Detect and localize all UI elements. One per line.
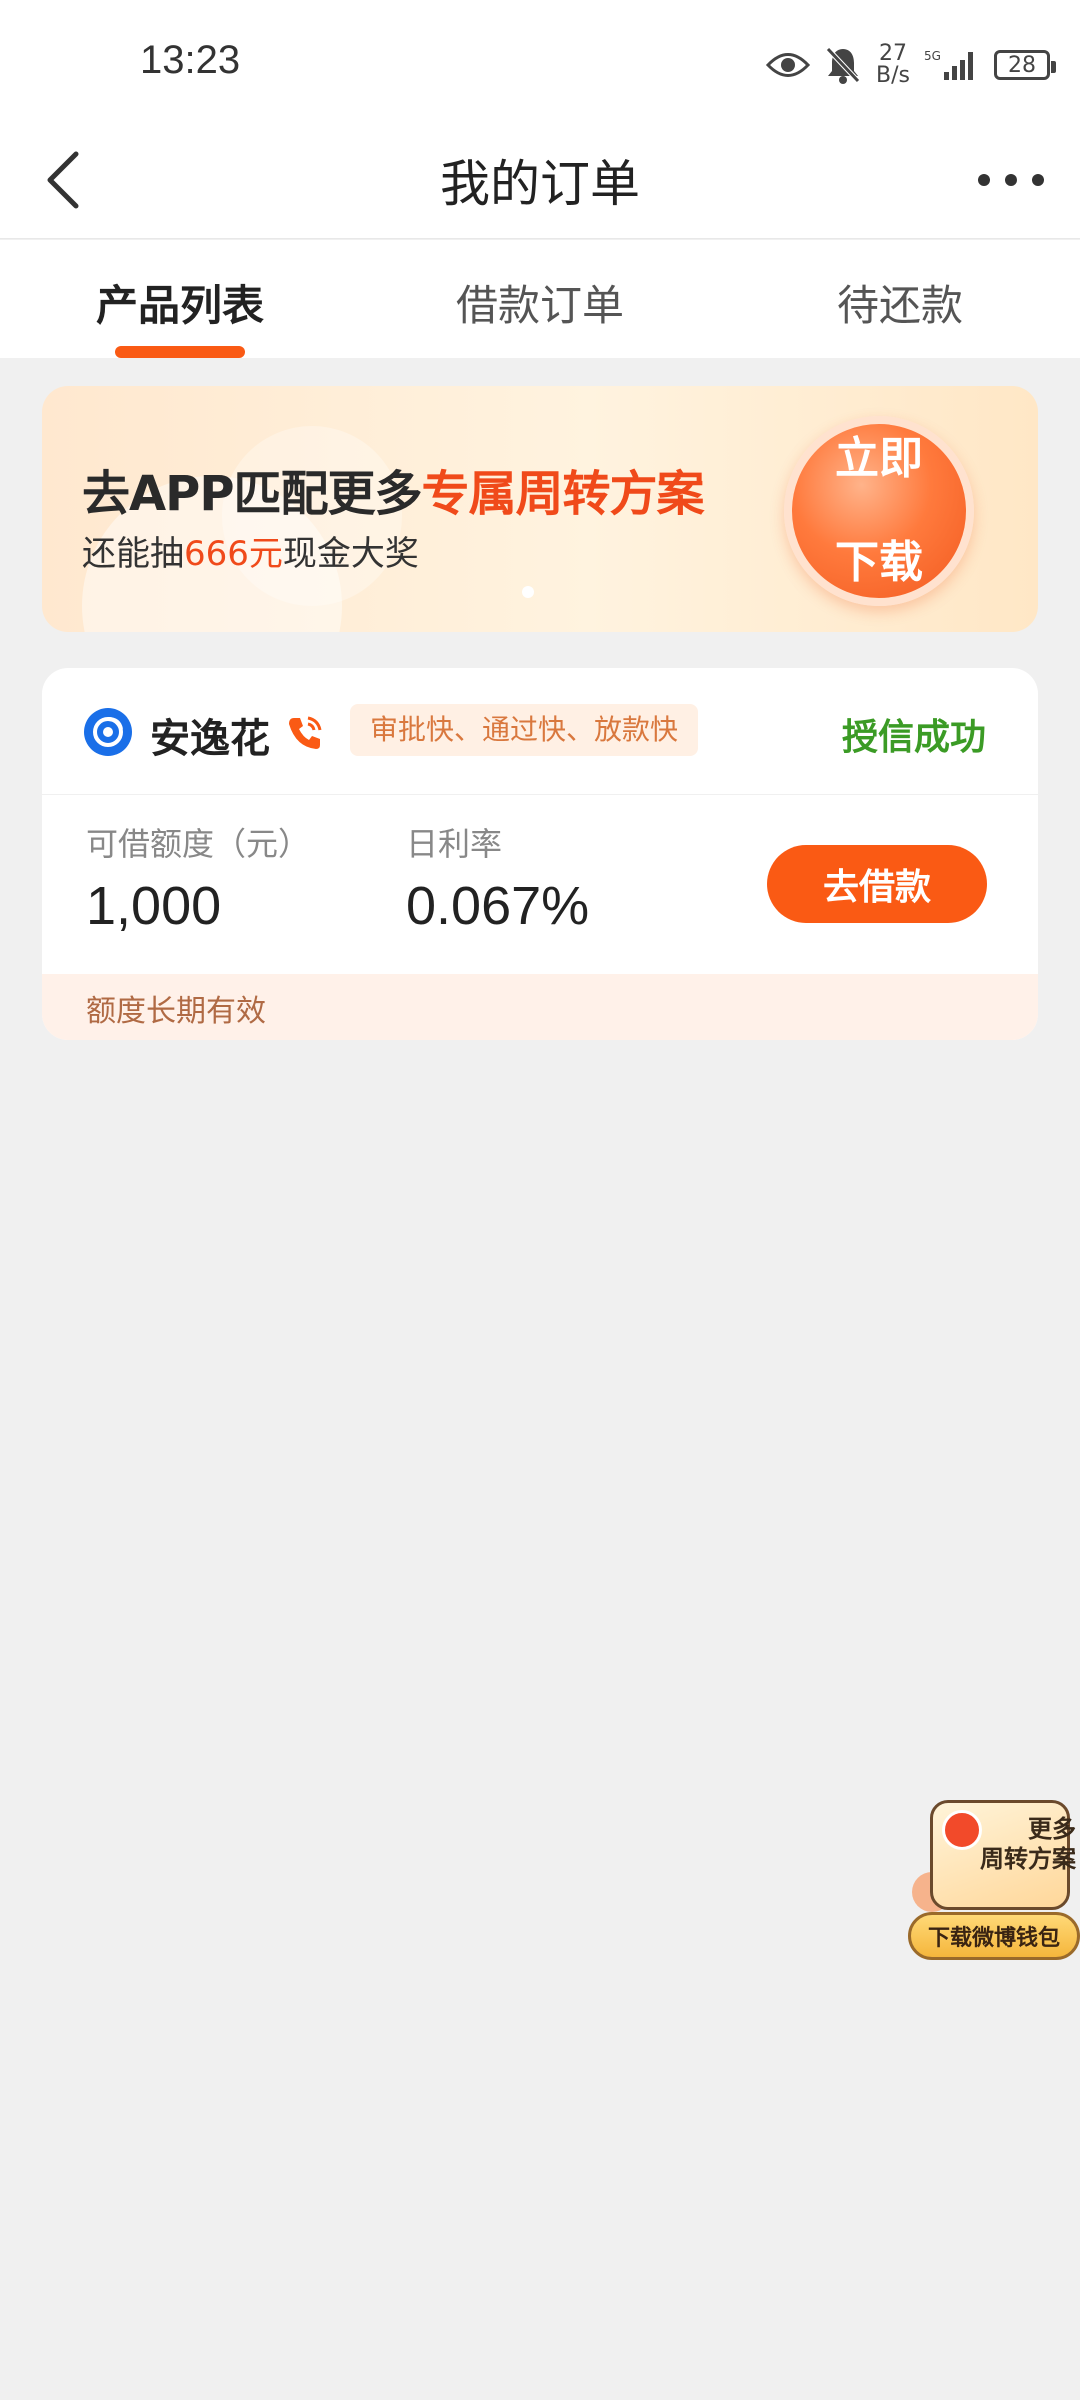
product-card-body: 可借额度（元） 1,000 日利率 0.067% 去借款 — [42, 795, 1038, 940]
nav-header: 我的订单 — [0, 120, 1080, 239]
promo-title: 去APP匹配更多专属周转方案 — [82, 454, 705, 524]
product-card-footer: 额度长期有效 — [42, 974, 1038, 1040]
credit-status-badge: 授信成功 — [841, 717, 986, 758]
net-speed: 27 B/s — [876, 43, 910, 87]
tab-product-list[interactable]: 产品列表 — [0, 240, 360, 358]
status-bar: 13:23 27 B/s 5G 28 — [0, 0, 1080, 120]
rate-value: 0.067% — [406, 876, 590, 936]
battery-icon: 28 — [994, 50, 1056, 80]
product-card: 安逸花 审批快、通过快、放款快 授信成功 可借额度（元） 1,000 日利率 0… — [42, 668, 1038, 1040]
product-name: 安逸花 — [150, 716, 270, 762]
download-label-line1: 立即 — [835, 433, 923, 484]
phone-icon[interactable] — [284, 712, 324, 752]
more-button[interactable] — [966, 150, 1056, 210]
eye-icon — [766, 50, 811, 80]
widget-line1: 更多 — [1028, 1815, 1076, 1843]
more-horizontal-icon — [978, 174, 1044, 186]
tab-pending-repayment[interactable]: 待还款 — [720, 240, 1080, 358]
feature-tag: 审批快、通过快、放款快 — [350, 704, 699, 756]
widget-text: 更多 周转方案 — [958, 1814, 1076, 1874]
tab-loan-orders[interactable]: 借款订单 — [360, 240, 720, 358]
network-type-label: 5G — [924, 49, 941, 63]
go-borrow-button[interactable]: 去借款 — [767, 845, 987, 923]
widget-line2: 周转方案 — [980, 1845, 1076, 1873]
net-speed-value: 27 — [879, 41, 908, 66]
limit-value: 1,000 — [86, 876, 222, 936]
status-icons: 27 B/s 5G 28 — [766, 42, 1056, 88]
promo-sub-highlight: 666元 — [184, 534, 283, 574]
tab-bar: 产品列表 借款订单 待还款 — [0, 240, 1080, 358]
rate-label: 日利率 — [406, 825, 503, 863]
active-tab-indicator — [115, 346, 245, 358]
tab-label: 待还款 — [836, 281, 963, 330]
brand-logo-icon — [84, 708, 132, 756]
status-time: 13:23 — [140, 38, 241, 82]
promo-title-highlight: 专属周转方案 — [421, 466, 705, 522]
promo-title-text: 去APP匹配更多 — [82, 466, 423, 522]
carousel-indicator — [522, 586, 534, 598]
validity-note: 额度长期有效 — [86, 994, 266, 1029]
tab-label: 产品列表 — [95, 281, 264, 330]
product-card-header: 安逸花 审批快、通过快、放款快 授信成功 — [42, 668, 1038, 795]
bell-off-icon — [824, 45, 862, 85]
promo-sub-text: 还能抽 — [82, 534, 184, 574]
net-speed-unit: B/s — [876, 63, 910, 88]
limit-label: 可借额度（元） — [86, 825, 311, 863]
promo-sub-text: 现金大奖 — [282, 534, 419, 574]
download-now-button[interactable]: 立即 下载 — [784, 416, 974, 606]
page-title: 我的订单 — [440, 155, 640, 213]
wallet-download-widget[interactable]: 更多 周转方案 下载微博钱包 — [908, 1792, 1080, 1972]
promo-subtitle: 还能抽666元现金大奖 — [82, 526, 419, 575]
signal-5g-icon: 5G — [924, 48, 980, 82]
promo-banner[interactable]: 去APP匹配更多专属周转方案 还能抽666元现金大奖 立即 下载 — [42, 386, 1038, 632]
tab-label: 借款订单 — [455, 281, 624, 330]
download-wallet-button[interactable]: 下载微博钱包 — [908, 1912, 1080, 1960]
download-label-line2: 下载 — [835, 537, 923, 588]
battery-level: 28 — [1008, 52, 1036, 78]
